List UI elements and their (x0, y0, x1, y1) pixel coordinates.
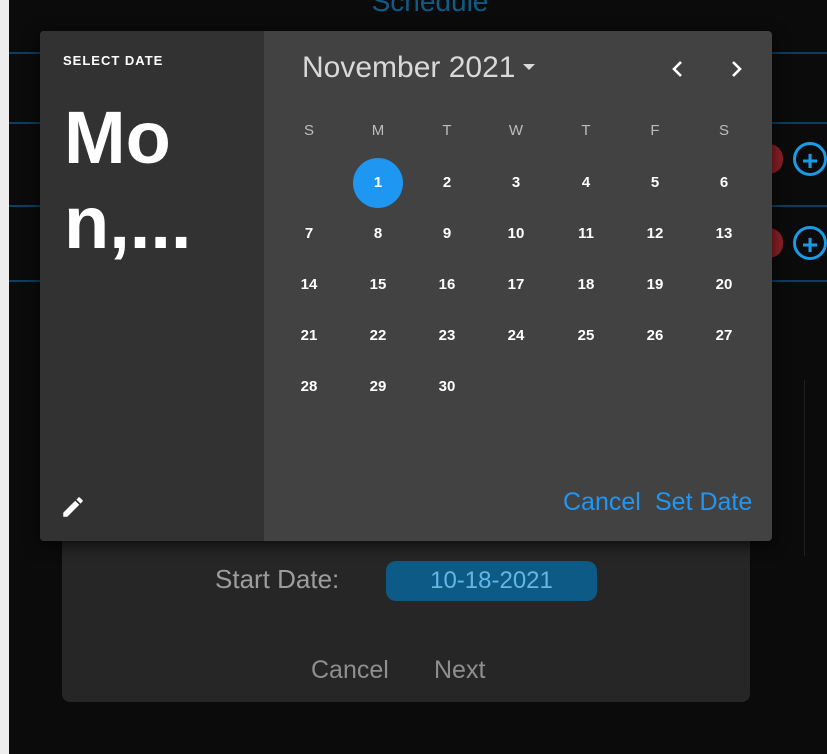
calendar-day[interactable]: 17 (491, 260, 541, 310)
calendar-day[interactable]: 25 (561, 311, 611, 361)
calendar-day[interactable]: 16 (422, 260, 472, 310)
weekday-label: S (303, 122, 314, 139)
weekday-label: W (508, 122, 524, 139)
calendar-day[interactable]: 14 (284, 260, 334, 310)
calendar-day[interactable]: 30 (422, 362, 472, 412)
calendar-day[interactable]: 26 (630, 311, 680, 361)
calendar-day[interactable]: 22 (353, 311, 403, 361)
calendar-day[interactable]: 10 (491, 209, 541, 259)
date-picker-header: SELECT DATE Mon,... (40, 31, 264, 541)
weekday-label: T (581, 122, 591, 139)
calendar-day[interactable]: 2 (422, 158, 472, 208)
chevron-right-icon[interactable] (724, 57, 748, 81)
calendar-day[interactable]: 15 (353, 260, 403, 310)
calendar-day[interactable]: 27 (699, 311, 749, 361)
window-edge (0, 0, 9, 754)
month-year-label: November 2021 (302, 51, 516, 84)
calendar-day[interactable]: 5 (630, 158, 680, 208)
calendar-day[interactable]: 20 (699, 260, 749, 310)
screen-title: Schedule (371, 0, 489, 17)
select-date-label: SELECT DATE (63, 53, 164, 68)
calendar-day-selected[interactable]: 1 (353, 158, 403, 208)
calendar-day[interactable]: 12 (630, 209, 680, 259)
selected-date-headline: Mon,... (64, 96, 192, 264)
chevron-left-icon[interactable] (666, 57, 690, 81)
calendar-day[interactable]: 3 (491, 158, 541, 208)
caret-down-icon (523, 64, 536, 71)
start-date-field[interactable]: 10-18-2021 (386, 561, 597, 601)
weekday-label: M (371, 122, 385, 139)
picker-cancel-button[interactable]: Cancel (563, 488, 641, 517)
calendar-day[interactable]: 11 (561, 209, 611, 259)
date-picker-dialog: SELECT DATE Mon,... November 2021 S M T W T F… (40, 31, 772, 541)
calendar-day[interactable]: 9 (422, 209, 472, 259)
dialog-next-button[interactable]: Next (434, 656, 485, 685)
month-year-selector[interactable]: November 2021 (302, 51, 536, 85)
dialog-cancel-button[interactable]: Cancel (311, 656, 389, 685)
calendar-day[interactable]: 4 (561, 158, 611, 208)
weekday-label: T (442, 122, 452, 139)
calendar-day[interactable]: 6 (699, 158, 749, 208)
calendar-day[interactable]: 24 (491, 311, 541, 361)
calendar-day[interactable]: 13 (699, 209, 749, 259)
add-icon[interactable]: + (793, 142, 827, 176)
calendar-day[interactable]: 21 (284, 311, 334, 361)
weekday-label: S (718, 122, 729, 139)
pencil-icon[interactable] (60, 494, 86, 520)
calendar-day[interactable]: 18 (561, 260, 611, 310)
set-date-button[interactable]: Set Date (655, 488, 752, 517)
calendar-day[interactable]: 7 (284, 209, 334, 259)
add-icon[interactable]: + (793, 226, 827, 260)
weekday-label: F (650, 122, 660, 139)
calendar-day[interactable]: 8 (353, 209, 403, 259)
start-date-label: Start Date: (215, 564, 340, 594)
calendar-day[interactable]: 19 (630, 260, 680, 310)
calendar-day[interactable]: 29 (353, 362, 403, 412)
calendar-day[interactable]: 23 (422, 311, 472, 361)
calendar-day[interactable]: 28 (284, 362, 334, 412)
